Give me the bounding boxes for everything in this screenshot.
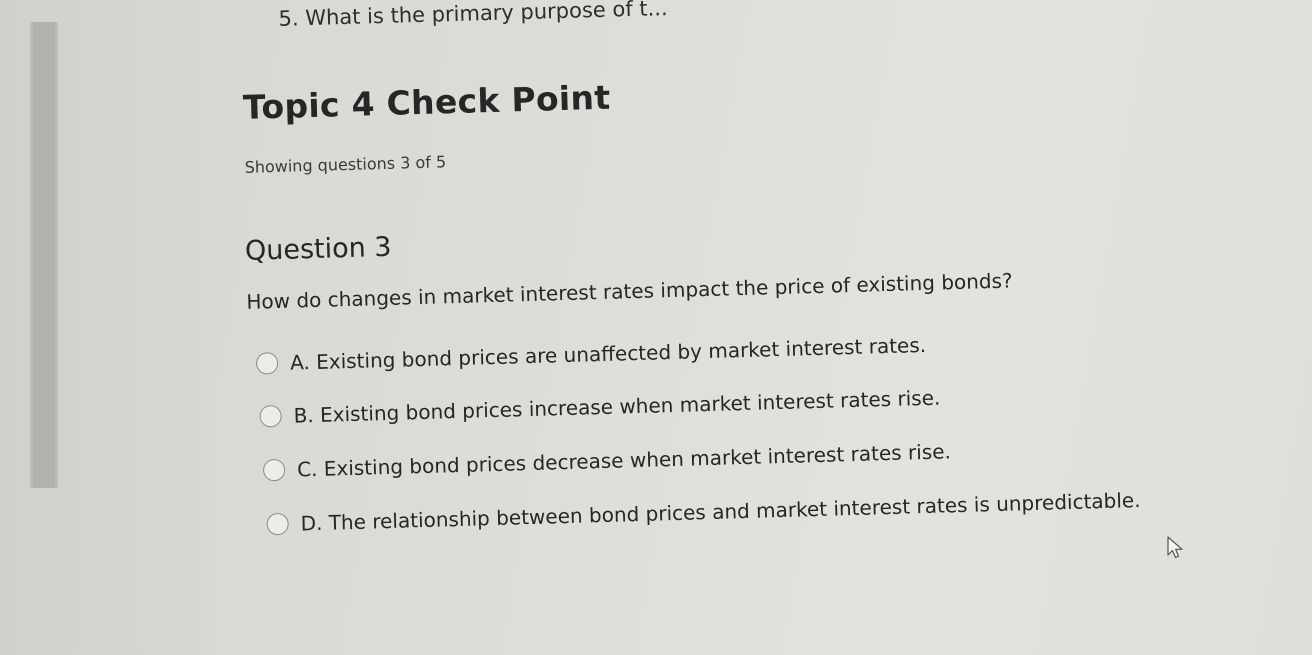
answer-option-d[interactable]: D. The relationship between bond prices …: [266, 485, 1141, 539]
radio-button-icon[interactable]: [255, 352, 279, 375]
answer-option-c[interactable]: C. Existing bond prices decrease when ma…: [262, 436, 952, 485]
answer-option-label[interactable]: C. Existing bond prices decrease when ma…: [297, 439, 951, 481]
answer-option-label[interactable]: B. Existing bond prices increase when ma…: [293, 386, 940, 428]
radio-button-icon[interactable]: [259, 404, 282, 428]
mouse-pointer-icon: [1167, 536, 1183, 559]
question-text: How do changes in market interest rates …: [246, 268, 1013, 314]
quiz-content: 5. What is the primary purpose of t... T…: [238, 0, 1256, 655]
radio-button-icon[interactable]: [266, 512, 289, 536]
page-title: Topic 4 Check Point: [242, 77, 611, 127]
scrollbar[interactable]: [30, 22, 58, 488]
answer-option-b[interactable]: B. Existing bond prices increase when ma…: [259, 383, 941, 432]
answer-option-label[interactable]: D. The relationship between bond prices …: [300, 488, 1141, 535]
scrollbar-thumb[interactable]: [33, 22, 55, 488]
progress-text: Showing questions 3 of 5: [244, 152, 447, 177]
answer-option-label[interactable]: A. Existing bond prices are unaffected b…: [290, 333, 927, 375]
radio-button-icon[interactable]: [262, 458, 286, 482]
answer-option-a[interactable]: A. Existing bond prices are unaffected b…: [255, 330, 927, 379]
left-sidebar-panel: [0, 0, 210, 655]
previous-question-link[interactable]: 5. What is the primary purpose of t...: [278, 0, 668, 31]
question-heading: Question 3: [244, 231, 392, 267]
